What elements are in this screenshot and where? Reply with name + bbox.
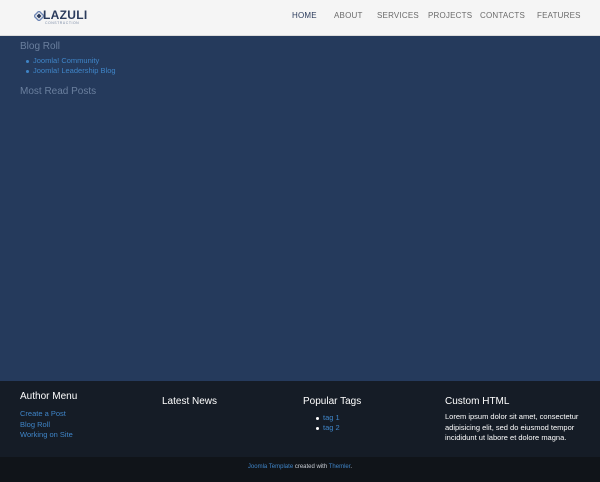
nav-services[interactable]: SERVICES <box>377 11 419 20</box>
author-link-blog-roll[interactable]: Blog Roll <box>20 420 50 429</box>
list-item: Create a Post <box>20 409 73 420</box>
list-item: Blog Roll <box>20 420 73 431</box>
list-item: Joomla! Community <box>26 56 116 66</box>
blog-roll-link-leadership[interactable]: Joomla! Leadership Blog <box>33 66 116 75</box>
nav-about[interactable]: ABOUT <box>334 11 363 20</box>
author-link-working-on-site[interactable]: Working on Site <box>20 430 73 439</box>
credit-line: Joomla Template created with Themler. <box>0 464 600 470</box>
custom-html-title: Custom HTML <box>445 396 510 407</box>
list-item: tag 2 <box>316 423 340 433</box>
main-content: Blog Roll Joomla! Community Joomla! Lead… <box>0 36 600 381</box>
credit-link-template[interactable]: Joomla Template <box>248 464 293 470</box>
popular-tags-title: Popular Tags <box>303 396 362 407</box>
nav-projects[interactable]: PROJECTS <box>428 11 472 20</box>
nav-contacts[interactable]: CONTACTS <box>480 11 525 20</box>
credit-middle-text: created with <box>293 464 329 470</box>
blog-roll-link-community[interactable]: Joomla! Community <box>33 56 99 65</box>
list-item: Joomla! Leadership Blog <box>26 66 116 76</box>
custom-html-text: Lorem ipsum dolor sit amet, consectetur … <box>445 412 579 442</box>
credit-link-themler[interactable]: Themler <box>329 464 351 470</box>
blog-roll-list: Joomla! Community Joomla! Leadership Blo… <box>26 56 116 76</box>
credits-bar: Joomla Template created with Themler. <box>0 457 600 482</box>
blog-roll-title: Blog Roll <box>20 41 61 52</box>
site-header: LAZULI CONSTRUCTION HOME ABOUT SERVICES … <box>0 0 600 36</box>
tag-list: tag 1 tag 2 <box>316 413 340 433</box>
main-nav: HOME ABOUT SERVICES PROJECTS CONTACTS FE… <box>0 0 600 36</box>
author-menu-list: Create a Post Blog Roll Working on Site <box>20 409 73 441</box>
credit-end-text: . <box>350 464 353 470</box>
author-menu-title: Author Menu <box>20 391 78 402</box>
list-item: Working on Site <box>20 430 73 441</box>
nav-home[interactable]: HOME <box>292 11 317 20</box>
most-read-title: Most Read Posts <box>20 86 97 97</box>
tag-link-2[interactable]: tag 2 <box>323 423 340 432</box>
latest-news-title: Latest News <box>162 396 218 407</box>
list-item: tag 1 <box>316 413 340 423</box>
tag-link-1[interactable]: tag 1 <box>323 413 340 422</box>
site-footer: Author Menu Create a Post Blog Roll Work… <box>0 381 600 457</box>
nav-features[interactable]: FEATURES <box>537 11 581 20</box>
author-link-create-post[interactable]: Create a Post <box>20 409 66 418</box>
